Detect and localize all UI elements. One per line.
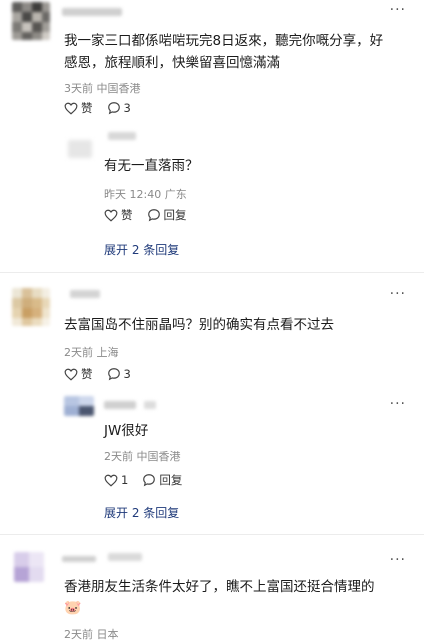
- reply-like-button[interactable]: 赞: [104, 207, 133, 223]
- reply-meta: 2天前 中国香港: [104, 450, 181, 463]
- like-count: 1: [121, 473, 129, 487]
- more-options-icon[interactable]: ···: [390, 286, 406, 302]
- like-label: 赞: [81, 101, 93, 115]
- heart-icon: [104, 209, 118, 222]
- reply-like-button[interactable]: 1: [104, 473, 128, 487]
- comment-bubble-icon: [107, 368, 120, 381]
- avatar[interactable]: [12, 2, 50, 40]
- username[interactable]: [70, 290, 100, 298]
- like-button[interactable]: 赞: [64, 366, 93, 382]
- reply-username-suffix: [144, 401, 156, 409]
- reply-actions: 赞 回复: [104, 207, 201, 223]
- expand-replies-link[interactable]: 展开 2 条回复: [104, 504, 179, 521]
- more-options-icon[interactable]: ···: [390, 2, 406, 18]
- comment-text-line: 去富国岛不住丽晶吗？别的确实有点看不过去: [64, 317, 334, 333]
- like-label: 赞: [81, 367, 93, 381]
- reply-label: 回复: [159, 473, 183, 487]
- heart-icon: [64, 368, 78, 381]
- reply-reply-button[interactable]: 回复: [142, 472, 182, 488]
- comment-meta: 2天前 上海: [64, 346, 119, 359]
- reply-count: 3: [123, 367, 131, 381]
- emoji: 🐷: [64, 600, 82, 616]
- comment-text-line: 我一家三口都係啱啱玩完8日返來，聽完你嘅分享，好: [64, 33, 384, 49]
- reply-avatar[interactable]: [64, 396, 94, 416]
- reply-avatar[interactable]: [68, 140, 92, 158]
- username-suffix: [108, 553, 142, 561]
- more-options-icon[interactable]: ···: [390, 552, 406, 568]
- reply-text: JW很好: [104, 423, 149, 439]
- reply-username[interactable]: [108, 132, 136, 140]
- comment-text-line: 香港朋友生活条件太好了，瞧不上富国还挺合情理的: [64, 579, 375, 595]
- comment-bubble-icon: [147, 209, 160, 222]
- reply-username[interactable]: [104, 401, 136, 409]
- comment-actions: 赞 3: [64, 366, 145, 382]
- reply-reply-button[interactable]: 回复: [147, 207, 187, 223]
- avatar[interactable]: [12, 288, 50, 326]
- like-button[interactable]: 赞: [64, 100, 93, 116]
- username[interactable]: [62, 8, 122, 16]
- reply-actions: 1 回复: [104, 472, 196, 488]
- like-label: 赞: [121, 208, 133, 222]
- reply-button[interactable]: 3: [107, 367, 131, 381]
- more-options-icon[interactable]: ···: [390, 396, 406, 412]
- reply-button[interactable]: 3: [107, 101, 131, 115]
- username[interactable]: [62, 556, 96, 562]
- comment-text-line: 感恩，旅程順利，快樂留喜回憶滿滿: [64, 55, 280, 71]
- comment-bubble-icon: [107, 102, 120, 115]
- reply-text: 有无一直落雨？: [104, 158, 199, 174]
- reply-label: 回复: [163, 208, 187, 222]
- comment-meta: 3天前 中国香港: [64, 82, 141, 95]
- comment-actions: 赞 3: [64, 100, 145, 116]
- heart-icon: [104, 474, 118, 487]
- divider: [0, 272, 424, 273]
- heart-icon: [64, 102, 78, 115]
- divider: [0, 534, 424, 535]
- reply-count: 3: [123, 101, 131, 115]
- reply-meta: 昨天 12:40 广东: [104, 188, 187, 201]
- expand-replies-link[interactable]: 展开 2 条回复: [104, 241, 179, 258]
- avatar[interactable]: [14, 552, 44, 582]
- comment-bubble-icon: [143, 474, 156, 487]
